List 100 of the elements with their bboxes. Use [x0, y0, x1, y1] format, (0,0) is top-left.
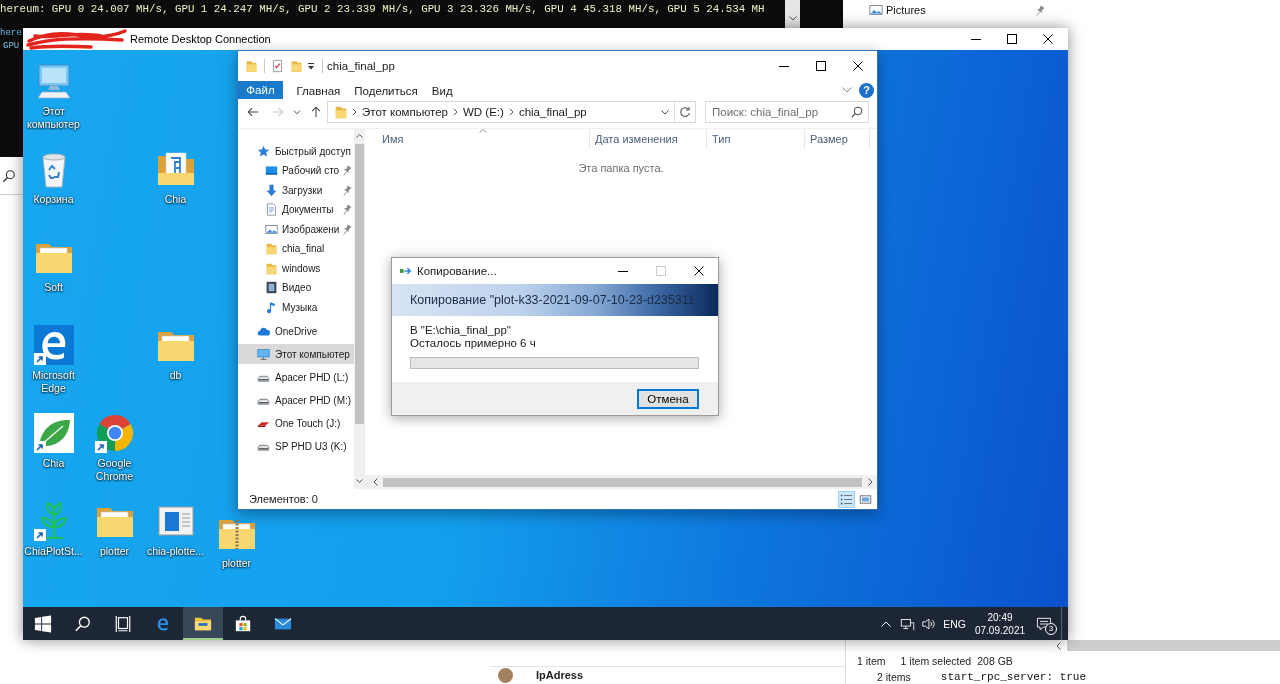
- terminal-line: GPU: [3, 40, 20, 53]
- forward-arrow-icon: [271, 105, 285, 119]
- picture-icon: [265, 222, 278, 236]
- nav-item[interactable]: Apacer PHD (L:): [238, 367, 354, 387]
- scrollbar-thumb[interactable]: [355, 144, 364, 424]
- item-count: 2 items: [877, 671, 911, 684]
- address-field[interactable]: Этот компьютер WD (E:) chia_final_pp: [327, 101, 696, 123]
- caret-icon[interactable]: [307, 61, 315, 71]
- scrollbar[interactable]: [365, 475, 877, 489]
- maximize-icon: [1007, 34, 1017, 44]
- scrollbar[interactable]: [354, 129, 365, 489]
- refresh-icon[interactable]: [679, 106, 691, 118]
- nav-item[interactable]: Документы: [238, 200, 354, 220]
- nav-item[interactable]: Загрузки: [238, 180, 354, 200]
- back-arrow-icon: [246, 105, 260, 119]
- window-title: chia_final_pp: [327, 60, 395, 72]
- volume-icon[interactable]: [921, 616, 937, 631]
- details-view-icon: [840, 492, 853, 506]
- column-header[interactable]: Имя: [365, 129, 590, 149]
- maximize-icon: [815, 61, 826, 71]
- terminal-line: here: [0, 27, 22, 40]
- shopping-bag-icon: [234, 614, 252, 633]
- language-indicator[interactable]: ENG: [936, 607, 973, 640]
- ribbon-tab[interactable]: Главная: [289, 81, 348, 99]
- download-arrow-icon: [265, 183, 278, 197]
- config-line: start_rpc_server: true: [940, 671, 1087, 684]
- notification-count: 3: [1045, 623, 1057, 635]
- destination-text: В "E:\chia_final_pp": [410, 324, 511, 337]
- checklist-icon[interactable]: [271, 59, 284, 73]
- chevron-down-icon: [788, 16, 797, 21]
- dialog-title: Копирование...: [417, 265, 497, 277]
- star-icon: [257, 144, 270, 158]
- up-arrow-icon: [309, 105, 323, 119]
- nav-item[interactable]: windows: [238, 258, 354, 278]
- nav-item[interactable]: Apacer PHD (M:): [238, 390, 354, 410]
- search-icon: [74, 614, 92, 633]
- music-note-icon: [265, 300, 278, 314]
- nav-item[interactable]: Этот компьютер: [238, 344, 354, 364]
- close-icon: [1043, 34, 1053, 44]
- time-remaining: Осталось примерно 6 ч: [410, 337, 536, 350]
- selection-info: 1 item selected: [900, 655, 972, 667]
- column-header[interactable]: Размер: [805, 129, 870, 149]
- close-icon: [694, 266, 704, 276]
- file-menu-button[interactable]: Файл: [238, 81, 283, 99]
- ribbon-tab[interactable]: Вид: [424, 81, 460, 99]
- network-icon[interactable]: [900, 616, 916, 631]
- selection-size: 208 GB: [977, 655, 1013, 667]
- ribbon-tab[interactable]: Поделиться: [347, 81, 425, 99]
- film-icon: [265, 281, 278, 295]
- item-count: 1 item: [857, 655, 886, 667]
- task-view-icon: [114, 614, 132, 633]
- breadcrumb[interactable]: Этот компьютер: [362, 106, 448, 118]
- column-header[interactable]: Тип: [707, 129, 805, 149]
- folder-icon: [334, 105, 348, 119]
- cancel-button[interactable]: Отмена: [637, 388, 699, 409]
- folder-icon: [265, 242, 278, 256]
- nav-item[interactable]: Изображени: [238, 219, 354, 239]
- chevron-right-icon: [352, 108, 357, 116]
- nav-item[interactable]: Видео: [238, 278, 354, 298]
- help-button[interactable]: ?: [859, 82, 874, 98]
- breadcrumb[interactable]: chia_final_pp: [518, 106, 587, 118]
- window-title: Remote Desktop Connection: [130, 33, 271, 45]
- scrollbar[interactable]: [785, 0, 800, 28]
- nav-item[interactable]: Музыка: [238, 297, 354, 317]
- close-icon: [852, 61, 863, 71]
- nav-item[interactable]: Быстрый доступ: [238, 141, 354, 161]
- empty-folder-message: Эта папка пуста.: [578, 161, 664, 175]
- nav-item[interactable]: OneDrive: [238, 321, 354, 341]
- nav-item[interactable]: chia_final: [238, 239, 354, 259]
- picture-icon: [869, 3, 883, 17]
- nav-item[interactable]: Pictures: [869, 1, 1075, 19]
- chevron-up-icon: [881, 620, 892, 627]
- notification-icon: [1036, 616, 1052, 631]
- scrollbar-thumb[interactable]: [383, 477, 862, 487]
- breadcrumb[interactable]: WD (E:): [463, 106, 504, 118]
- avatar: [498, 668, 513, 683]
- chevron-right-icon: [508, 108, 514, 116]
- view-button[interactable]: [838, 490, 855, 508]
- large-icons-view-icon: [859, 492, 872, 506]
- search-field[interactable]: Поиск: chia_final_pp: [705, 101, 869, 123]
- search-icon[interactable]: [2, 168, 16, 183]
- taskbar-button[interactable]: [183, 607, 223, 640]
- chevron-down-icon[interactable]: [661, 109, 669, 115]
- copy-icon: [400, 266, 413, 276]
- column-header[interactable]: Дата изменения: [590, 129, 707, 149]
- contact-name: IpAdress: [536, 669, 584, 682]
- nav-item[interactable]: Рабочий сто: [238, 161, 354, 181]
- folder-icon: [265, 261, 278, 275]
- start-icon: [34, 614, 52, 633]
- document-icon: [265, 203, 278, 217]
- nav-item[interactable]: SP PHD U3 (K:): [238, 436, 354, 456]
- chevron-right-icon: [453, 108, 458, 116]
- nav-item[interactable]: One Touch (J:): [238, 413, 354, 433]
- scrollbar[interactable]: [1056, 640, 1280, 651]
- clock[interactable]: 20:49 07.09.2021: [973, 607, 1027, 640]
- item-count: Элементов: 0: [249, 493, 318, 505]
- terminal-line: hereum: GPU 0 24.007 MH/s, GPU 1 24.247 MH/s, GPU 2 23.339 MH/s, GPU 3 23.326 MH/s, GPU 4 45.318 MH/s, GPU 5 24.534 MH: [0, 2, 765, 16]
- maximize-icon: [656, 266, 666, 276]
- computer-icon: [257, 347, 270, 361]
- action-center-button[interactable]: 3: [1027, 607, 1061, 640]
